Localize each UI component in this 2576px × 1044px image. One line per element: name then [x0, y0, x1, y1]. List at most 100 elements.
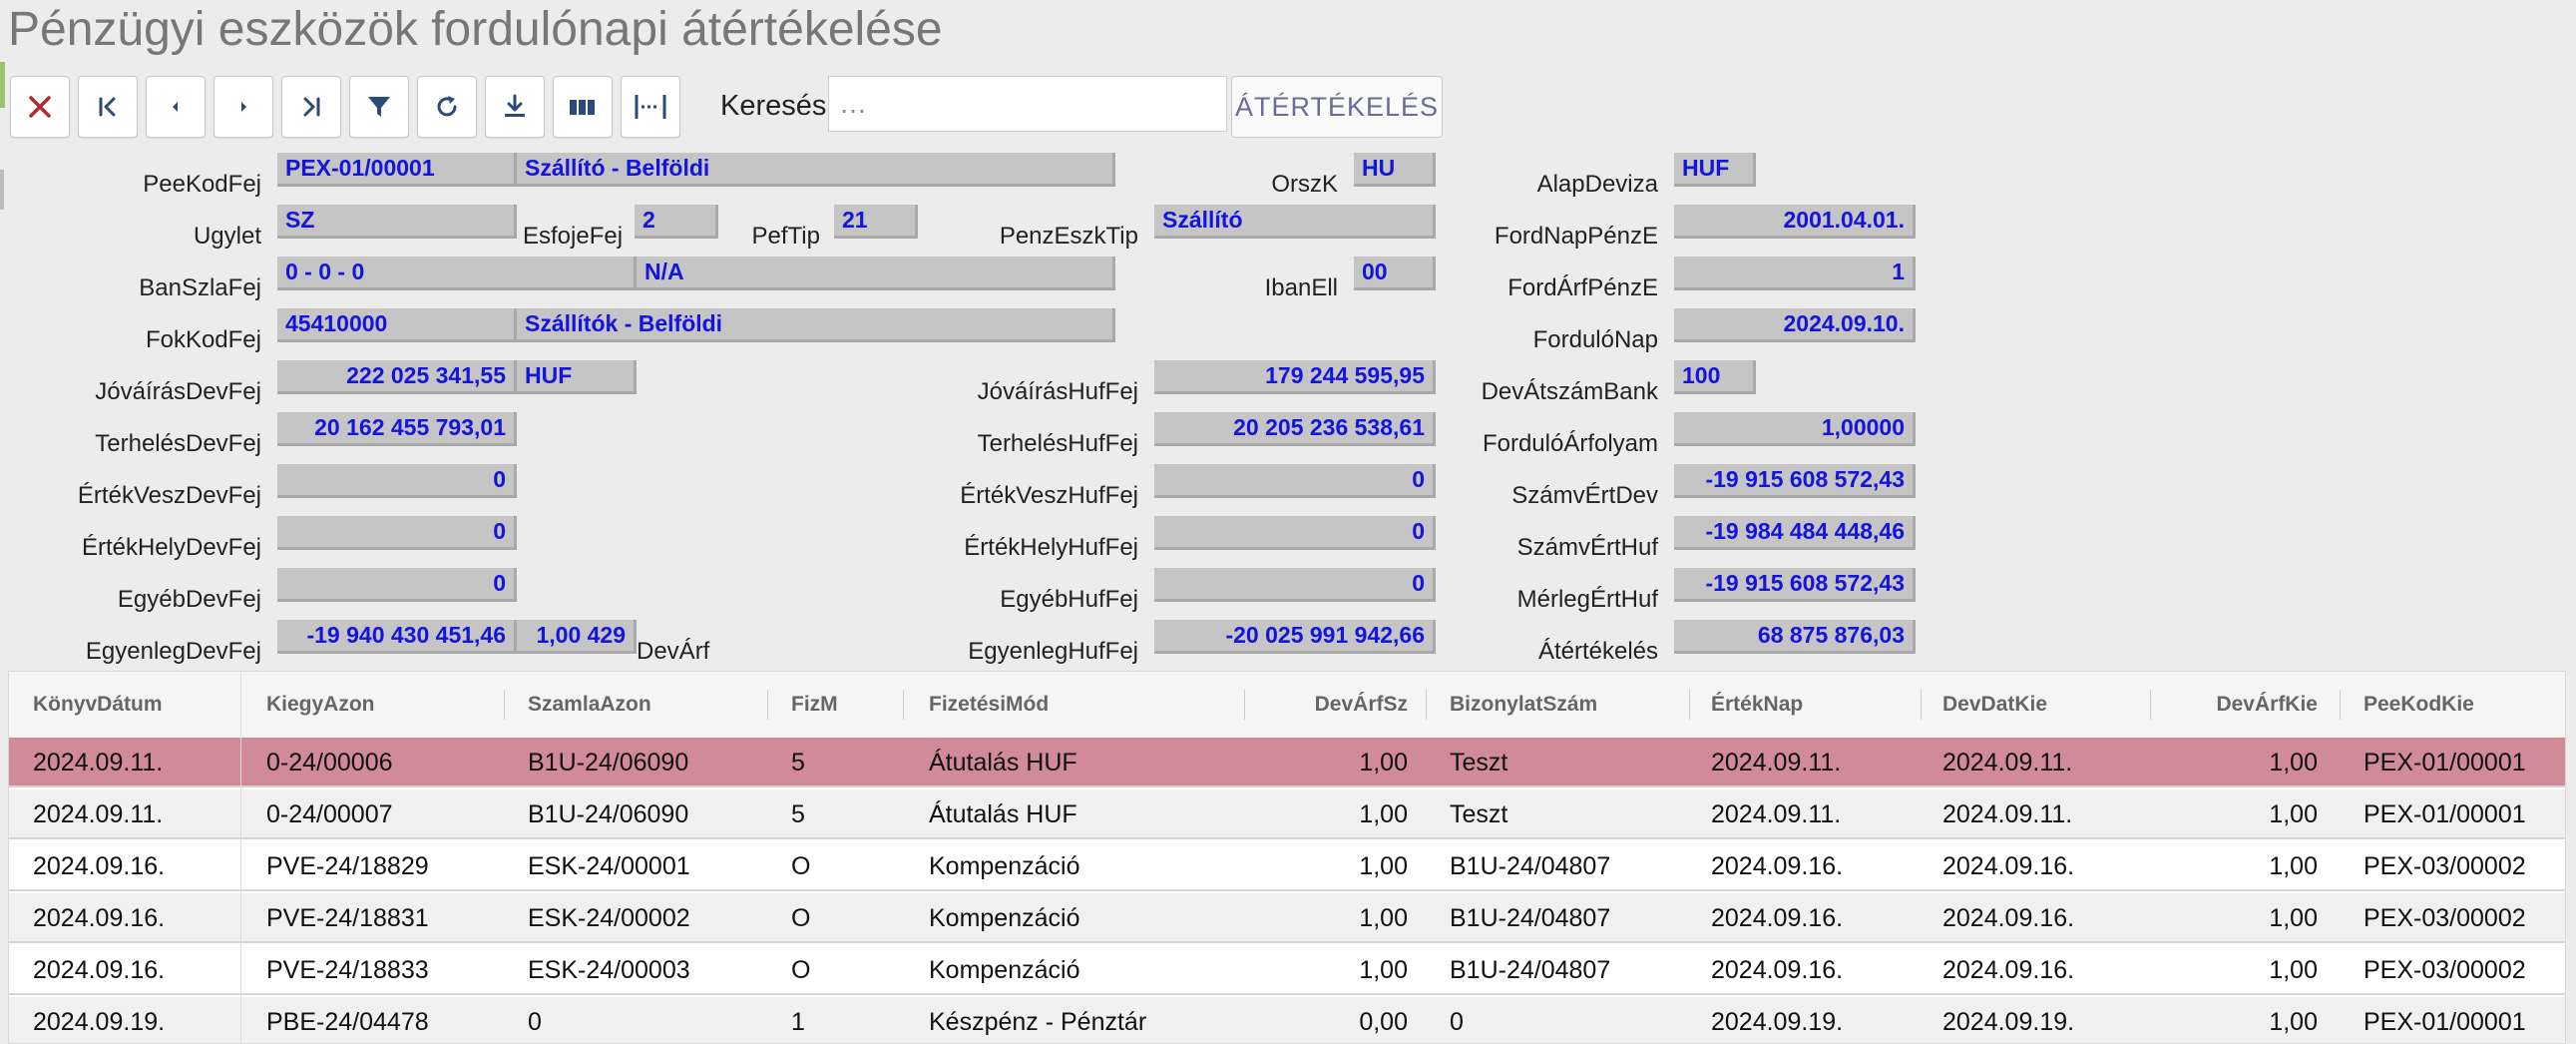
field-ertekhelyhuffej[interactable]: 0	[1154, 516, 1436, 550]
table-cell: 5	[791, 749, 805, 777]
table-cell: PEX-03/00002	[2363, 956, 2526, 984]
table-cell: 1,00	[2269, 1008, 2318, 1036]
column-separator[interactable]	[903, 690, 904, 720]
field-peekodfej-name[interactable]: Szállító - Belföldi	[517, 153, 1115, 187]
field-devarf[interactable]: 1,00 429	[517, 620, 637, 654]
columns-button[interactable]	[553, 76, 613, 138]
field-fokkodfej[interactable]: 45410000	[277, 308, 517, 342]
table-cell: 2024.09.16.	[1711, 852, 1844, 880]
table-cell: 2024.09.16.	[1942, 956, 2075, 984]
field-egyebhuffej[interactable]: 0	[1154, 568, 1436, 602]
field-szamverthuf[interactable]: -19 984 484 448,46	[1674, 516, 1916, 550]
column-separator[interactable]	[2150, 690, 2151, 720]
table-cell: 0	[528, 1008, 542, 1036]
field-ertekhelydevfej[interactable]: 0	[277, 516, 517, 550]
column-header[interactable]: FizetésiMód	[929, 672, 1228, 738]
column-header[interactable]: DevÁrfSz	[1256, 672, 1408, 738]
label-devarf: DevÁrf	[637, 638, 710, 665]
search-input[interactable]	[828, 76, 1227, 132]
field-egyenlegdevfej[interactable]: -19 940 430 451,46	[277, 620, 517, 654]
column-header[interactable]: SzamlaAzon	[528, 672, 757, 738]
label-peekodfej: PeeKodFej	[143, 171, 261, 198]
table-cell: 1,00	[2269, 749, 2318, 777]
label-atertekeles: Átértékelés	[1537, 638, 1658, 665]
field-devatszambank[interactable]: 100	[1674, 360, 1756, 394]
field-egyenleghuffej[interactable]: -20 025 991 942,66	[1154, 620, 1436, 654]
field-orszk[interactable]: HU	[1354, 153, 1436, 187]
next-record-button[interactable]	[214, 76, 273, 138]
filter-button[interactable]	[349, 76, 409, 138]
refresh-icon	[437, 96, 457, 117]
column-separator[interactable]	[767, 690, 768, 720]
table-cell: 2024.09.16.	[1711, 904, 1844, 932]
table-row[interactable]: 2024.09.16. PVE-24/18831 ESK-24/00002 O Komp…	[9, 893, 2565, 943]
table-row[interactable]: 2024.09.16. PVE-24/18829 ESK-24/00001 O Komp…	[9, 841, 2565, 891]
column-header[interactable]: BizonylatSzám	[1450, 672, 1679, 738]
field-jovairashuffej[interactable]: 179 244 595,95	[1154, 360, 1436, 394]
column-header[interactable]: DevDatKie	[1942, 672, 2162, 738]
table-cell: Átutalás HUF	[929, 749, 1077, 777]
column-header[interactable]: KiegyAzon	[266, 672, 496, 738]
field-fordnappenze[interactable]: 2001.04.01.	[1674, 205, 1916, 239]
close-button[interactable]	[10, 76, 70, 138]
table-row[interactable]: 2024.09.11. 0-24/00006 B1U-24/06090 5 Átutal…	[9, 738, 2565, 787]
label-ertekveszhuffej: ÉrtékVeszHufFej	[960, 482, 1138, 509]
column-separator[interactable]	[1426, 690, 1427, 720]
table-cell: 1	[791, 1008, 805, 1036]
field-alapdeviza[interactable]: HUF	[1674, 153, 1756, 187]
label-terheleshuffej: TerhelésHufFej	[977, 430, 1138, 457]
previous-record-button[interactable]	[146, 76, 206, 138]
revaluation-button[interactable]: ÁTÉRTÉKELÉS	[1231, 76, 1443, 138]
field-ertekveszdevfej[interactable]: 0	[277, 464, 517, 498]
field-peekodfej[interactable]: PEX-01/00001	[277, 153, 517, 187]
table-cell: 2024.09.11.	[33, 749, 164, 777]
column-header[interactable]: KönyvDátum	[33, 672, 232, 738]
column-separator[interactable]	[1244, 690, 1245, 720]
field-fordulonap[interactable]: 2024.09.10.	[1674, 308, 1916, 342]
table-cell: 2024.09.11.	[33, 800, 164, 828]
label-egyebdevfej: EgyébDevFej	[117, 586, 261, 613]
field-ertekveszhuffej[interactable]: 0	[1154, 464, 1436, 498]
first-record-button[interactable]	[78, 76, 138, 138]
column-separator[interactable]	[1921, 690, 1922, 720]
page-title: Pénzügyi eszközök fordulónapi átértékelé…	[8, 3, 943, 56]
table-cell: 0	[1450, 1008, 1464, 1036]
table-cell: Átutalás HUF	[929, 800, 1077, 828]
field-jovairasdevfej[interactable]: 222 025 341,55	[277, 360, 517, 394]
column-width-button[interactable]	[621, 76, 680, 138]
columns-icon	[570, 100, 595, 115]
field-atertekeles[interactable]: 68 875 876,03	[1674, 620, 1916, 654]
column-separator[interactable]	[504, 690, 505, 720]
table-row[interactable]: 2024.09.11. 0-24/00007 B1U-24/06090 5 Átutal…	[9, 789, 2565, 839]
field-banszlafej[interactable]: 0 - 0 - 0	[277, 257, 637, 290]
last-record-button[interactable]	[281, 76, 341, 138]
column-header[interactable]: DevÁrfKie	[2158, 672, 2318, 738]
field-esfojefej[interactable]: 2	[635, 205, 718, 239]
column-separator[interactable]	[2340, 690, 2341, 720]
field-terheleshuffej[interactable]: 20 205 236 538,61	[1154, 412, 1436, 446]
field-ugylet[interactable]: SZ	[277, 205, 517, 239]
column-header[interactable]: ÉrtékNap	[1711, 672, 1931, 738]
field-ibanell[interactable]: 00	[1354, 257, 1436, 290]
field-fokkodfej-name[interactable]: Szállítók - Belföldi	[517, 308, 1115, 342]
table-cell: 2024.09.16.	[33, 956, 166, 984]
field-szamvertdev[interactable]: -19 915 608 572,43	[1674, 464, 1916, 498]
field-penzeszktip[interactable]: Szállító	[1154, 205, 1436, 239]
field-egyebdevfej[interactable]: 0	[277, 568, 517, 602]
field-terhelesdevfej[interactable]: 20 162 455 793,01	[277, 412, 517, 446]
field-fordarfpenze[interactable]: 1	[1674, 257, 1916, 290]
field-jovairasdevfej-currency[interactable]: HUF	[517, 360, 637, 394]
field-peftip[interactable]: 21	[834, 205, 918, 239]
column-header[interactable]: FizM	[791, 672, 891, 738]
download-button[interactable]	[485, 76, 545, 138]
table-row[interactable]: 2024.09.19. PBE-24/04478 0 1 Készpénz - Pénz…	[9, 997, 2565, 1043]
refresh-button[interactable]	[417, 76, 477, 138]
field-merlegerthuf[interactable]: -19 915 608 572,43	[1674, 568, 1916, 602]
grid-header: KönyvDátum KiegyAzon SzamlaAzon FizM Fiz…	[9, 672, 2565, 739]
table-cell: 2024.09.11.	[1942, 749, 2073, 777]
field-banszlafej-name[interactable]: N/A	[637, 257, 1115, 290]
field-forduloarfolyam[interactable]: 1,00000	[1674, 412, 1916, 446]
column-header[interactable]: PeeKodKie	[2363, 672, 2563, 738]
table-row[interactable]: 2024.09.16. PVE-24/18833 ESK-24/00003 O Komp…	[9, 945, 2565, 995]
column-separator[interactable]	[1689, 690, 1690, 720]
